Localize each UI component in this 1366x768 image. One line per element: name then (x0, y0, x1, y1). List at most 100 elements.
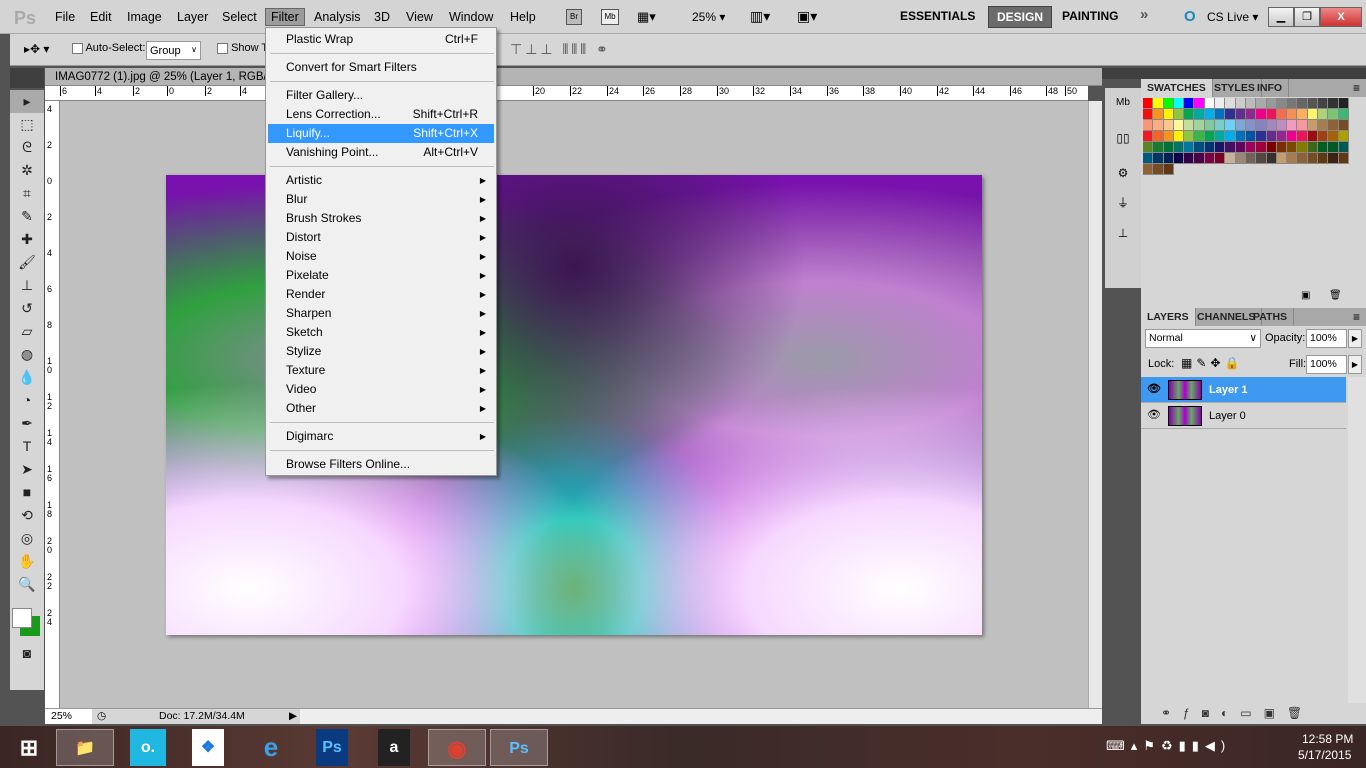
swatch[interactable] (1153, 164, 1164, 175)
swatch[interactable] (1173, 98, 1185, 109)
swatch[interactable] (1266, 120, 1277, 131)
swatch[interactable] (1245, 142, 1257, 153)
system-tray-icons[interactable]: ⌨▴⚑♻▮▮◀) (1106, 738, 1231, 754)
workspace-essentials[interactable]: ESSENTIALS (900, 9, 975, 23)
clone-stamp-tool-icon[interactable]: ⊥ (10, 274, 44, 297)
layers-scrollbar[interactable] (1348, 377, 1366, 703)
swatch[interactable] (1297, 109, 1308, 120)
filter-menu-item-blur[interactable]: Blur ▶ (268, 190, 494, 209)
filter-menu-item-sketch[interactable]: Sketch ▶ (268, 323, 494, 342)
swatch[interactable] (1266, 109, 1277, 120)
swatch[interactable] (1204, 131, 1216, 142)
horizontal-scrollbar[interactable] (300, 709, 1102, 724)
taskbar-amazon[interactable]: a (378, 729, 410, 766)
filter-menu-item-pixelate[interactable]: Pixelate ▶ (268, 266, 494, 285)
swatch[interactable] (1256, 98, 1267, 109)
swatch[interactable] (1245, 131, 1257, 142)
swatch[interactable] (1235, 109, 1246, 120)
menu-view[interactable]: View (406, 10, 433, 24)
swatch[interactable] (1153, 142, 1164, 153)
restore-button[interactable]: ❐ (1294, 7, 1320, 27)
fill-slider-arrow[interactable]: ▶ (1348, 355, 1362, 374)
history-brush-tool-icon[interactable]: ↺ (10, 297, 44, 320)
swatch[interactable] (1194, 142, 1205, 153)
swatch[interactable] (1328, 153, 1339, 164)
swatch[interactable] (1328, 131, 1339, 142)
menu-edit[interactable]: Edit (90, 10, 112, 24)
clock-time[interactable]: 12:58 PM (1302, 732, 1353, 746)
tab-paths[interactable]: PATHS (1247, 308, 1295, 326)
menu-window[interactable]: Window (449, 10, 493, 24)
paint-bucket-tool-icon[interactable]: ◍ (10, 343, 44, 366)
swatch[interactable] (1204, 142, 1216, 153)
swatch[interactable] (1307, 142, 1319, 153)
status-zoom-field[interactable]: 25% (45, 709, 92, 724)
swatch[interactable] (1225, 142, 1236, 153)
swatch[interactable] (1297, 120, 1308, 131)
swatch[interactable] (1256, 142, 1267, 153)
tab-layers[interactable]: LAYERS (1141, 308, 1196, 326)
filter-menu-item-artistic[interactable]: Artistic ▶ (268, 171, 494, 190)
swatch[interactable] (1307, 120, 1319, 131)
swatch[interactable] (1318, 98, 1329, 109)
swatch[interactable] (1318, 142, 1329, 153)
mini-bridge-panel-icon[interactable]: Mb (1105, 88, 1141, 118)
swatch[interactable] (1143, 131, 1154, 142)
swatch[interactable] (1276, 98, 1288, 109)
move-tool-icon[interactable]: ▸ (10, 90, 44, 113)
screen-mode-icon[interactable]: ▣▾ (797, 8, 817, 25)
swatch[interactable] (1297, 98, 1308, 109)
swatch[interactable] (1338, 120, 1349, 131)
swatch[interactable] (1297, 153, 1308, 164)
filter-menu-item-noise[interactable]: Noise ▶ (268, 247, 494, 266)
close-button[interactable]: X (1320, 7, 1362, 27)
swatch[interactable] (1163, 98, 1174, 109)
minimize-button[interactable]: ▁ (1268, 7, 1294, 27)
swatch[interactable] (1173, 120, 1185, 131)
fill-input[interactable]: 100% (1306, 355, 1347, 374)
vertical-ruler[interactable]: 4 2 0 2 4 6 8 1 0 1 2 1 4 1 6 1 8 2 0 2 2 2 4 (45, 101, 60, 708)
filter-menu-item-convert-for-smart-filters[interactable]: Convert for Smart Filters (268, 58, 494, 77)
start-button[interactable]: ⊞ (0, 729, 58, 766)
swatch[interactable] (1143, 120, 1154, 131)
status-icon[interactable]: ◷ (97, 710, 106, 722)
swatch[interactable] (1173, 109, 1185, 120)
menu-help[interactable]: Help (510, 10, 536, 24)
menu-file[interactable]: File (55, 10, 75, 24)
swatch[interactable] (1143, 164, 1154, 175)
swatch[interactable] (1225, 98, 1236, 109)
swatch[interactable] (1266, 131, 1277, 142)
swatch[interactable] (1143, 142, 1154, 153)
swatch[interactable] (1204, 120, 1216, 131)
arrange-documents-icon[interactable]: ▥▾ (750, 8, 770, 25)
taskbar-ooma[interactable]: o. (130, 729, 166, 766)
swatch[interactable] (1338, 142, 1349, 153)
align-distribute-icons[interactable]: ⊤⊥⊥ ⫴⫴⫴ ⚭ (510, 41, 611, 58)
pen-tool-icon[interactable]: ✒ (10, 412, 44, 435)
swatch[interactable] (1225, 153, 1236, 164)
swatch[interactable] (1307, 153, 1319, 164)
mini-bridge-button[interactable]: Mb (601, 9, 619, 25)
swatch[interactable] (1266, 98, 1277, 109)
swatch[interactable] (1225, 109, 1236, 120)
marquee-tool-icon[interactable]: ⬚ (10, 113, 44, 136)
swatch[interactable] (1256, 153, 1267, 164)
cs-live-dropdown[interactable]: CS Live ▾ (1207, 10, 1258, 24)
tab-info[interactable]: INFO (1251, 79, 1290, 97)
workspace-design[interactable]: DESIGN (988, 6, 1053, 28)
swatch[interactable] (1287, 142, 1298, 153)
document-tab[interactable]: IMAG0772 (1).jpg @ 25% (Layer 1, RGB/8 (45, 68, 1102, 86)
opacity-input[interactable]: 100% (1306, 329, 1347, 348)
swatch[interactable] (1184, 142, 1195, 153)
swatch[interactable] (1276, 109, 1288, 120)
status-menu-arrow[interactable]: ▶ (289, 710, 297, 722)
swatch[interactable] (1215, 142, 1226, 153)
extras-icon[interactable]: ▦▾ (637, 9, 656, 25)
swatch[interactable] (1194, 131, 1205, 142)
filter-menu-item-filter-gallery[interactable]: Filter Gallery... (268, 86, 494, 105)
swatch[interactable] (1184, 131, 1195, 142)
filter-menu-item-lens-correction[interactable]: Lens Correction... Shift+Ctrl+R (268, 105, 494, 124)
3d-rotate-tool-icon[interactable]: ⟲ (10, 504, 44, 527)
swatch[interactable] (1163, 109, 1174, 120)
swatch[interactable] (1318, 109, 1329, 120)
